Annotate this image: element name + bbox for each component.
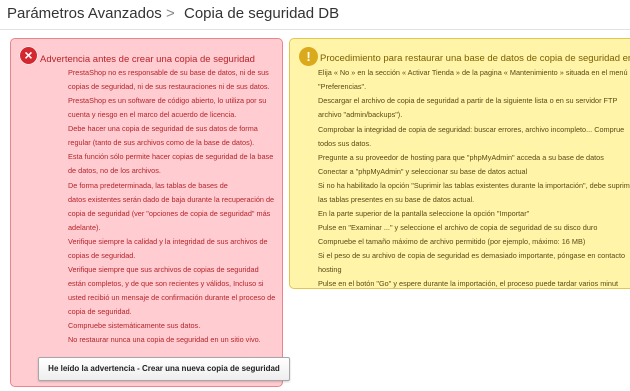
procedure-line: Si no ha habilitado la opción "Suprimir … <box>318 181 630 190</box>
procedure-line: Compruebe el tamaño máximo de archivo pe… <box>318 237 586 246</box>
warning-line: adelante). <box>68 223 101 232</box>
warning-line: Compruebe sistemáticamente sus datos. <box>68 321 201 330</box>
procedure-line: todos sus datos. <box>318 139 372 148</box>
warning-line: Debe hacer una copia de seguridad de sus… <box>68 124 258 133</box>
procedure-line: "Preferencias". <box>318 82 367 91</box>
create-backup-button[interactable]: He leído la advertencia - Crear una nuev… <box>38 357 290 381</box>
restore-procedure-panel: ! Procedimiento para restaurar una base … <box>289 38 630 289</box>
warning-line: copia de seguridad. <box>68 307 132 316</box>
info-alert-icon: ! <box>299 47 318 66</box>
procedure-line: Comprobar la integridad de copia de segu… <box>318 125 625 134</box>
procedure-line: Pregunte a su proveedor de hosting para … <box>318 153 604 162</box>
warning-line: Verifique siempre la calidad y la integr… <box>68 237 268 246</box>
warning-line: están completos, y de que son recientes … <box>68 279 264 288</box>
procedure-line: archivo "admin/backups"). <box>318 110 403 119</box>
breadcrumb-separator-icon: > <box>166 5 175 22</box>
warning-line: De forma predeterminada, las tablas de b… <box>68 181 228 190</box>
warning-line: cuenta y riesgo en el marco del acuerdo … <box>68 110 237 119</box>
procedure-line: Conectar a "phpMyAdmin" y seleccionar su… <box>318 167 528 176</box>
warning-line: No restaurar nunca una copia de segurida… <box>68 335 261 344</box>
warning-line: copia de seguridad (ver "opciones de cop… <box>68 209 271 218</box>
warning-line: PrestaShop no es responsable de su base … <box>68 68 269 77</box>
procedure-line: hosting <box>318 265 342 274</box>
warning-line: Verifique siempre que sus archivos de co… <box>68 265 259 274</box>
procedure-line: Descargar el archivo de copia de segurid… <box>318 96 618 105</box>
procedure-line: Pulse en "Examinar ..." y seleccione el … <box>318 223 598 232</box>
procedure-line: Pulse en el botón "Go" y espere durante … <box>318 279 619 288</box>
backup-warning-panel: × Advertencia antes de crear una copia d… <box>10 38 283 387</box>
procedure-line: Si el peso de su archivo de copia de seg… <box>318 251 626 260</box>
page-header: Parámetros Avanzados > Copia de segurida… <box>0 0 630 30</box>
procedure-line: las tablas presentes en su base de datos… <box>318 195 475 204</box>
procedure-title: Procedimiento para restaurar una base de… <box>320 53 630 64</box>
warning-line: copias de seguridad. <box>68 251 136 260</box>
error-x-icon: × <box>19 46 38 65</box>
warning-line: PrestaShop es un software de código abie… <box>68 96 267 105</box>
warning-line: datos existentes serán dado de baja dura… <box>68 195 275 204</box>
warning-line: usted recibió un mensaje de confirmación… <box>68 293 276 302</box>
breadcrumb-parent[interactable]: Parámetros Avanzados <box>7 5 162 22</box>
warning-line: copias de seguridad, ni de sus restaurac… <box>68 82 270 91</box>
warning-line: de datos, no de los archivos. <box>68 166 161 175</box>
procedure-line: En la parte superior de la pantalla sele… <box>318 209 530 218</box>
warning-line: regular (tanto de sus archivos como de l… <box>68 138 255 147</box>
page-title: Copia de seguridad DB <box>184 5 340 22</box>
warning-line: Esta función sólo permite hacer copias d… <box>68 152 274 161</box>
procedure-line: Elija « No » en la sección « Activar Tie… <box>318 68 628 77</box>
warning-title: Advertencia antes de crear una copia de … <box>40 54 255 65</box>
